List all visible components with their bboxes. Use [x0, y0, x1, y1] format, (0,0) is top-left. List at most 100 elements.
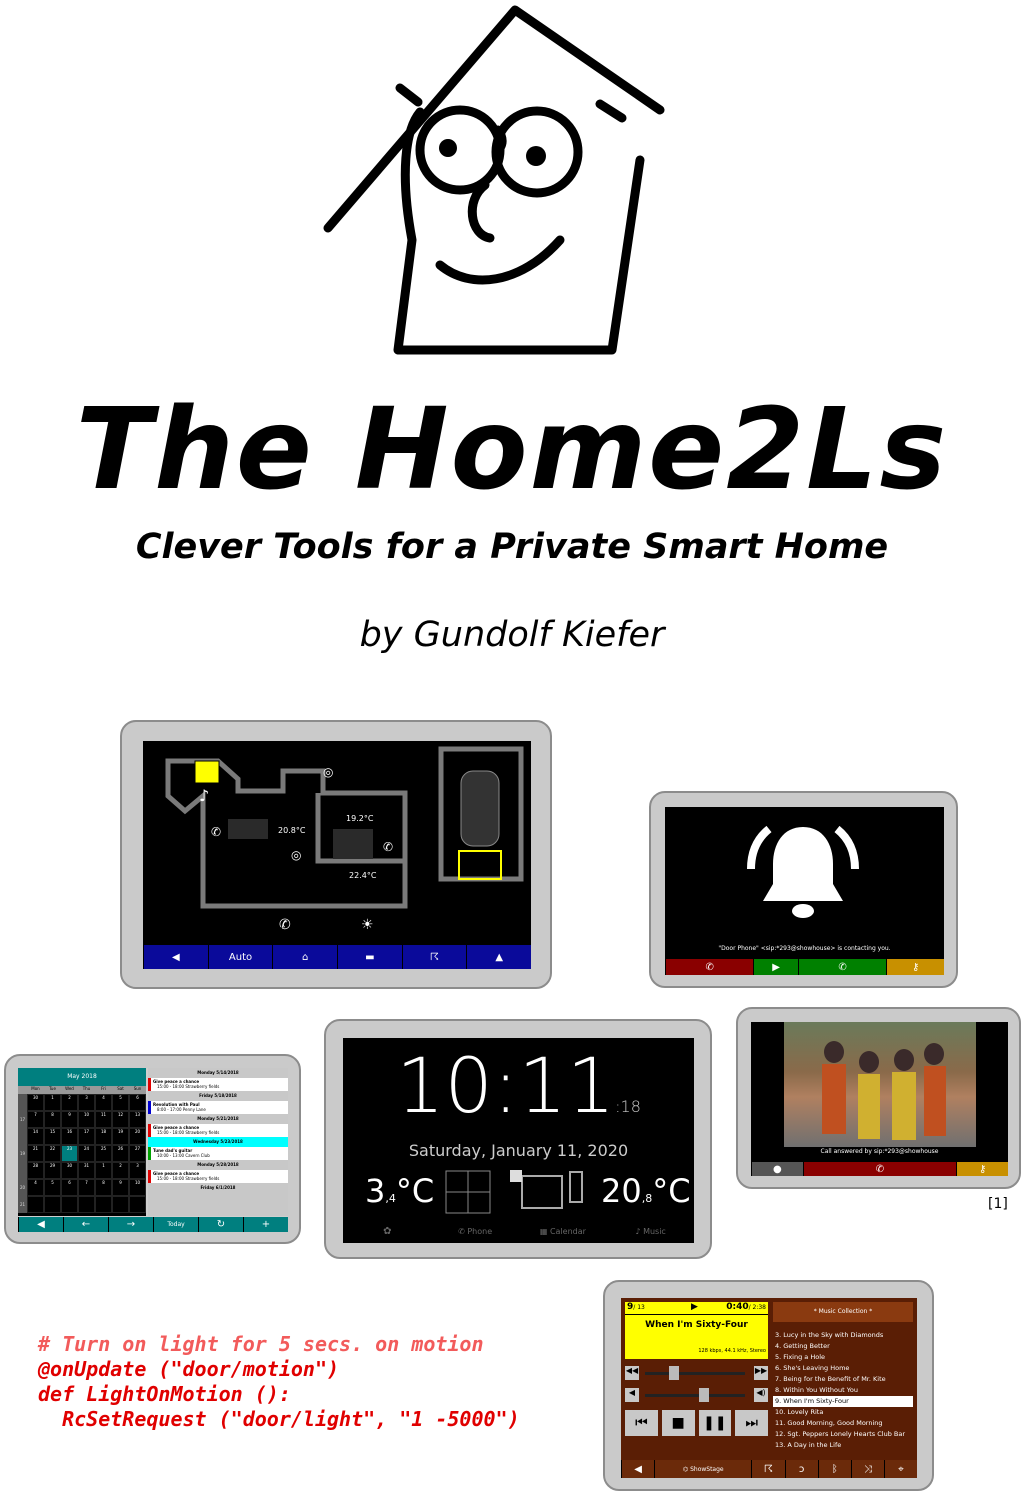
agenda-event[interactable]: Tune dad's guitar 10:00 - 13:00 Cavern Cl…: [148, 1147, 288, 1160]
agenda-event[interactable]: Revolution with Paul 8:00 - 17:00 Penny L…: [148, 1101, 288, 1114]
calendar-day[interactable]: 4: [27, 1179, 44, 1196]
calendar-day[interactable]: 21: [27, 1145, 44, 1162]
calendar-day[interactable]: 30: [61, 1162, 78, 1179]
agenda-day-header[interactable]: Monday 5/14/2018: [148, 1068, 288, 1078]
playlist-item[interactable]: 5. Fixing a Hole: [773, 1352, 913, 1363]
calendar-day[interactable]: 23: [61, 1145, 78, 1162]
calendar-day[interactable]: 13: [129, 1111, 146, 1128]
next-button[interactable]: ⏭: [735, 1410, 768, 1436]
stage-button[interactable]: ⌬ ShowStage: [654, 1460, 752, 1478]
agenda-today-header[interactable]: Wednesday 5/23/2018: [148, 1137, 288, 1147]
walk-icon[interactable]: ☈: [751, 1460, 785, 1478]
agenda-event[interactable]: Give peace a chance 15:00 - 18:00 Strawbe…: [148, 1078, 288, 1091]
nav-back-button[interactable]: ◀: [143, 945, 208, 969]
agenda-day-header[interactable]: Monday 5/28/2018: [148, 1160, 288, 1170]
mountain-icon[interactable]: ▲: [466, 945, 531, 969]
calendar-day[interactable]: 15: [44, 1128, 61, 1145]
calendar-day[interactable]: 6: [61, 1179, 78, 1196]
playlist-item[interactable]: 6. She's Leaving Home: [773, 1363, 913, 1374]
music-back-button[interactable]: ◀: [621, 1460, 655, 1478]
cal-add-button[interactable]: +: [243, 1217, 288, 1232]
calendar-day[interactable]: 27: [129, 1145, 146, 1162]
calendar-day[interactable]: 26: [112, 1145, 129, 1162]
calendar-day[interactable]: [27, 1196, 44, 1213]
calendar-day[interactable]: [61, 1196, 78, 1213]
calendar-day[interactable]: 1: [95, 1162, 112, 1179]
calendar-day[interactable]: 25: [95, 1145, 112, 1162]
cal-prev-button[interactable]: ←: [63, 1217, 108, 1232]
seek-slider[interactable]: ◀◀ ▶▶: [625, 1366, 768, 1380]
calendar-day[interactable]: 5: [112, 1094, 129, 1111]
agenda-event[interactable]: Give peace a chance 15:00 - 18:00 Strawbe…: [148, 1124, 288, 1137]
calendar-day[interactable]: [129, 1196, 146, 1213]
calendar-nav-button[interactable]: ▦ Calendar: [518, 1219, 607, 1243]
calendar-day[interactable]: 19: [112, 1128, 129, 1145]
playlist-item[interactable]: 12. Sgt. Peppers Lonely Hearts Club Bar: [773, 1429, 913, 1440]
calendar-day[interactable]: 1: [44, 1094, 61, 1111]
nav-auto-button[interactable]: Auto: [207, 945, 273, 969]
calendar-day[interactable]: 30: [27, 1094, 44, 1111]
calendar-day[interactable]: 31: [78, 1162, 95, 1179]
bed-icon[interactable]: ▬: [337, 945, 402, 969]
collection-header[interactable]: * Music Collection *: [773, 1302, 913, 1322]
playlist-item[interactable]: 11. Good Morning, Good Morning: [773, 1418, 913, 1429]
agenda-day-header[interactable]: Friday 5/18/2018: [148, 1091, 288, 1101]
hangup-button[interactable]: ✆: [802, 1162, 957, 1176]
previous-button[interactable]: ⏮: [625, 1410, 658, 1436]
phone-nav-button[interactable]: ✆ Phone: [430, 1219, 519, 1243]
calendar-day[interactable]: 17: [78, 1128, 95, 1145]
stop-button[interactable]: ■: [661, 1410, 695, 1436]
calendar-day[interactable]: 4: [95, 1094, 112, 1111]
calendar-day[interactable]: 5: [44, 1179, 61, 1196]
calendar-day[interactable]: 8: [44, 1111, 61, 1128]
playlist-item[interactable]: 13. A Day in the Life: [773, 1440, 913, 1451]
volume-slider[interactable]: ◀ ◀): [625, 1388, 768, 1402]
calendar-day[interactable]: 14: [27, 1128, 44, 1145]
cal-next-button[interactable]: →: [108, 1217, 153, 1232]
agenda-event[interactable]: Give peace a chance 15:00 - 18:00 Strawbe…: [148, 1170, 288, 1183]
key-icon[interactable]: ⚷: [886, 959, 944, 975]
calendar-day[interactable]: [44, 1196, 61, 1213]
playlist-item[interactable]: 9. When I'm Sixty-Four: [773, 1396, 913, 1407]
calendar-day[interactable]: 29: [44, 1162, 61, 1179]
calendar-day[interactable]: 3: [78, 1094, 95, 1111]
playlist-item[interactable]: 10. Lovely Rita: [773, 1407, 913, 1418]
calendar-day[interactable]: 2: [112, 1162, 129, 1179]
calendar-day[interactable]: 11: [95, 1111, 112, 1128]
playlist-item[interactable]: 3. Lucy in the Sky with Diamonds: [773, 1330, 913, 1341]
calendar-day[interactable]: 28: [27, 1162, 44, 1179]
calendar-day[interactable]: [95, 1196, 112, 1213]
calendar-day[interactable]: 18: [95, 1128, 112, 1145]
calendar-day[interactable]: 12: [112, 1111, 129, 1128]
calendar-day[interactable]: [78, 1196, 95, 1213]
calendar-day[interactable]: 24: [78, 1145, 95, 1162]
calendar-day[interactable]: 10: [78, 1111, 95, 1128]
bluetooth-icon[interactable]: ᛒ: [817, 1460, 851, 1478]
home-icon[interactable]: ⌂: [272, 945, 338, 969]
calendar-day[interactable]: 7: [27, 1111, 44, 1128]
cal-refresh-button[interactable]: ↻: [198, 1217, 243, 1232]
calendar-day[interactable]: 3: [129, 1162, 146, 1179]
hangup-button[interactable]: ✆: [665, 959, 754, 975]
video-button[interactable]: ▶: [753, 959, 798, 975]
location-icon[interactable]: ⌖: [883, 1460, 917, 1478]
calendar-day[interactable]: 7: [78, 1179, 95, 1196]
playlist-item[interactable]: 7. Being for the Benefit of Mr. Kite: [773, 1374, 913, 1385]
playlist-item[interactable]: 4. Getting Better: [773, 1341, 913, 1352]
calendar-day[interactable]: 9: [112, 1179, 129, 1196]
agenda-day-header[interactable]: Friday 6/1/2018: [148, 1183, 288, 1193]
answer-button[interactable]: ✆: [797, 959, 887, 975]
mic-icon[interactable]: ●: [751, 1162, 803, 1176]
cal-back-button[interactable]: ◀: [18, 1217, 63, 1232]
cal-today-button[interactable]: Today: [153, 1217, 198, 1232]
playlist-item[interactable]: 8. Within You Without You: [773, 1385, 913, 1396]
shuffle-off-icon[interactable]: ⤨: [850, 1460, 884, 1478]
calendar-day[interactable]: 8: [95, 1179, 112, 1196]
calendar-day[interactable]: 16: [61, 1128, 78, 1145]
calendar-day[interactable]: 9: [61, 1111, 78, 1128]
ear-icon[interactable]: ↄ: [784, 1460, 818, 1478]
agenda-day-header[interactable]: Monday 5/21/2018: [148, 1114, 288, 1124]
calendar-day[interactable]: 2: [61, 1094, 78, 1111]
music-nav-button[interactable]: ♪ Music: [606, 1219, 694, 1243]
calendar-day[interactable]: 20: [129, 1128, 146, 1145]
